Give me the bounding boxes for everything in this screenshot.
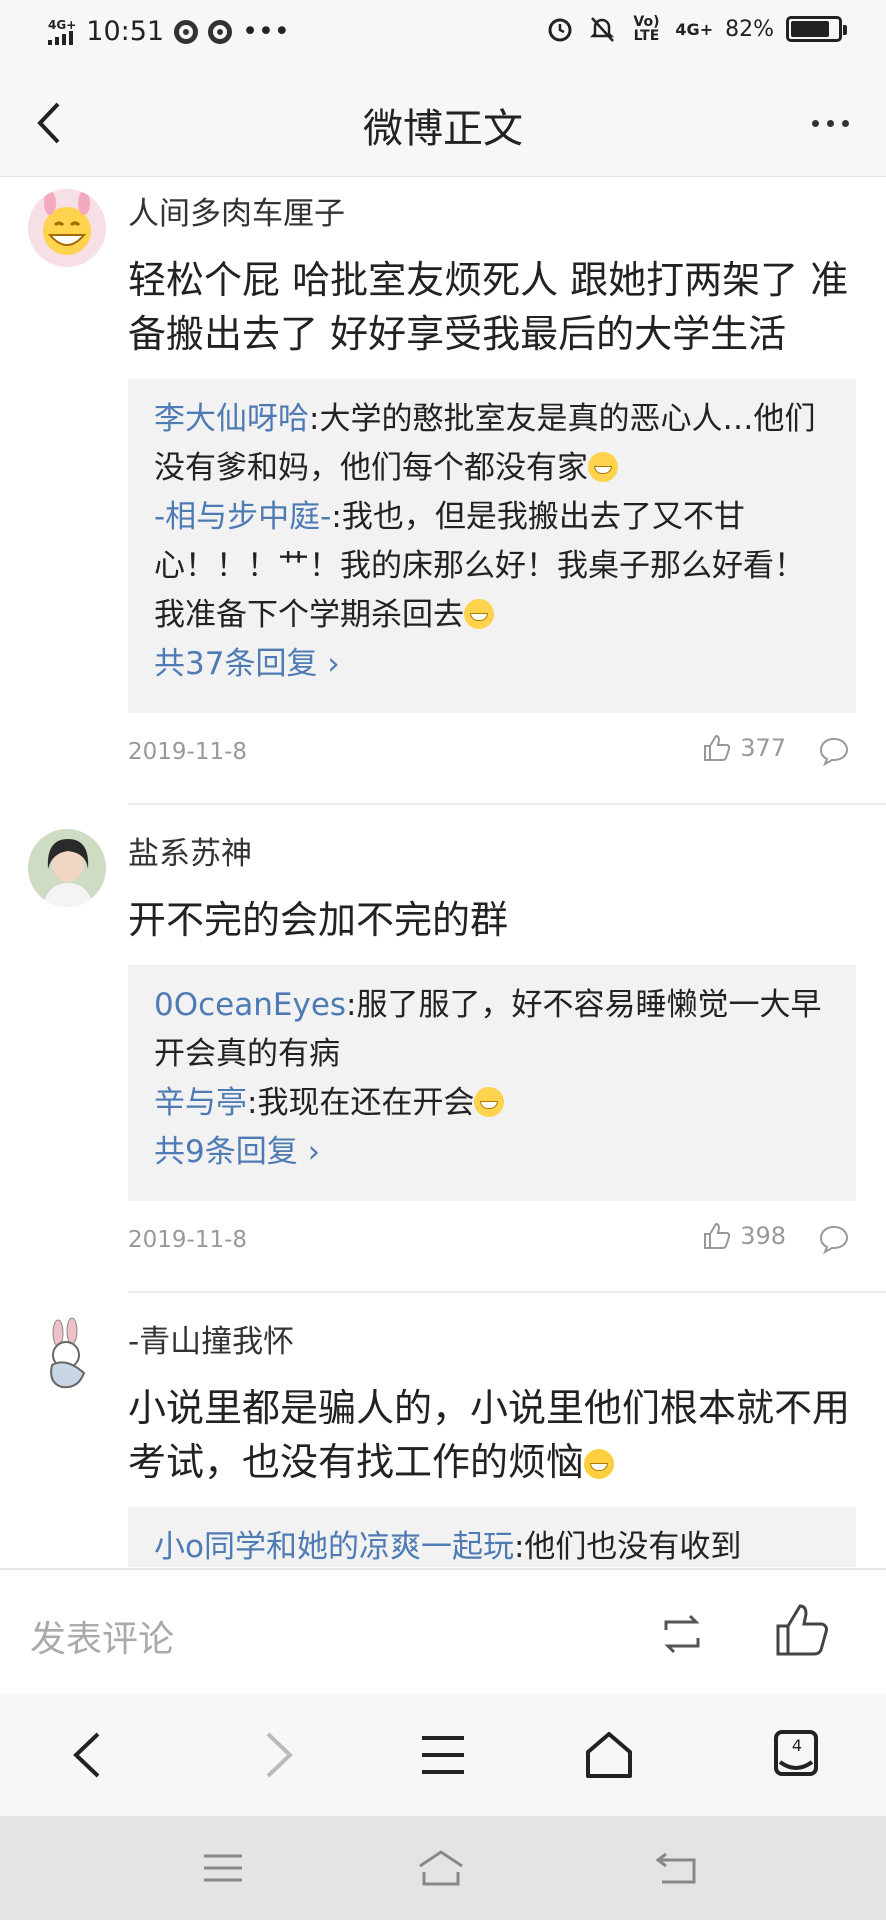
comment-footer: 2019-11-8 377 xyxy=(128,713,886,803)
reply-text: :我现在还在开会 xyxy=(247,1085,475,1121)
status-bar: 4G+ 10:51 ••• Vo) LTE 4G+ 82% xyxy=(0,0,886,68)
reply-box[interactable]: 李大仙呀哈:大学的憨批室友是真的恶心人…他们没有爹和妈，他们每个都没有家 -相与… xyxy=(128,379,856,713)
thumbs-up-icon xyxy=(704,1222,731,1249)
signal-icon: 4G+ xyxy=(48,19,76,45)
alarm-icon xyxy=(548,18,572,42)
reply-icon[interactable] xyxy=(818,735,850,767)
comment-item: -青山撞我怀 小说里都是骗人的，小说里他们根本就不用考试，也没有找工作的烦恼 小… xyxy=(28,1305,886,1567)
reply-text: :他们也没有收到 xyxy=(513,1529,742,1565)
thumbs-up-icon xyxy=(704,734,731,761)
battery-icon xyxy=(786,16,847,42)
reply-icon[interactable] xyxy=(818,1223,850,1255)
comment-author[interactable]: -青山撞我怀 xyxy=(128,1305,886,1365)
smile-emoji-icon xyxy=(474,1087,505,1117)
reply-box[interactable]: 小o同学和她的凉爽一起玩:他们也没有收到 xyxy=(128,1507,856,1567)
comment-text: 轻松个屁 哈批室友烦死人 跟她打两架了 准备搬出去了 好好享受我最后的大学生活 xyxy=(128,258,849,356)
comment-author[interactable]: 人间多肉车厘子 xyxy=(128,177,886,237)
back-icon[interactable] xyxy=(62,1728,116,1782)
reply-author[interactable]: 0OceanEyes xyxy=(154,987,346,1023)
reply-item: 辛与亭:我现在还在开会 xyxy=(154,1079,832,1128)
sad-emoji-icon xyxy=(584,1449,615,1479)
like-button[interactable]: 398 xyxy=(702,1221,786,1251)
chrome-icon xyxy=(174,19,199,44)
more-options-button[interactable] xyxy=(812,108,856,138)
tab-count: 4 xyxy=(791,1736,803,1755)
reply-item: 0OceanEyes:服了服了，好不容易睡懒觉一大早开会真的有病 xyxy=(154,981,832,1079)
home-icon[interactable] xyxy=(582,1728,636,1782)
reply-author[interactable]: 辛与亭 xyxy=(154,1085,247,1121)
avatar[interactable] xyxy=(28,829,106,907)
grin-emoji-icon xyxy=(588,452,618,482)
view-replies-link[interactable]: 共37条回复 › xyxy=(154,640,832,689)
forward-icon[interactable] xyxy=(250,1728,304,1782)
thumbs-up-icon[interactable] xyxy=(774,1602,830,1658)
comment-bar: 发表评论 xyxy=(0,1568,886,1696)
avatar[interactable] xyxy=(28,189,106,267)
reply-box[interactable]: 0OceanEyes:服了服了，好不容易睡懒觉一大早开会真的有病 辛与亭:我现在… xyxy=(128,965,856,1201)
like-count: 398 xyxy=(740,1222,786,1250)
menu-icon[interactable] xyxy=(416,1728,470,1782)
page-title: 微博正文 xyxy=(363,106,523,152)
network-type: 4G+ xyxy=(48,17,77,32)
comment-date: 2019-11-8 xyxy=(128,739,248,765)
reply-item: 李大仙呀哈:大学的憨批室友是真的恶心人…他们没有爹和妈，他们每个都没有家 xyxy=(154,395,832,493)
more-notifications: ••• xyxy=(242,16,290,47)
comment-item: 盐系苏神 开不完的会加不完的群 0OceanEyes:服了服了，好不容易睡懒觉一… xyxy=(28,817,886,1293)
comment-author[interactable]: 盐系苏神 xyxy=(128,817,886,877)
grin-emoji-icon xyxy=(464,599,494,629)
avatar[interactable] xyxy=(28,1317,106,1395)
comment-input[interactable]: 发表评论 xyxy=(30,1610,174,1662)
status-time: 10:51 xyxy=(86,16,165,47)
view-replies-link[interactable]: 共9条回复 › xyxy=(154,1128,832,1177)
reply-item: 小o同学和她的凉爽一起玩:他们也没有收到 xyxy=(154,1523,832,1567)
reply-author[interactable]: 李大仙呀哈 xyxy=(154,401,309,437)
tabs-button[interactable]: 4 xyxy=(770,1728,824,1782)
battery-percent: 82% xyxy=(725,16,774,42)
system-nav xyxy=(0,1816,886,1920)
comment-list[interactable]: 人间多肉车厘子 轻松个屁 哈批室友烦死人 跟她打两架了 准备搬出去了 好好享受我… xyxy=(0,177,886,1567)
comment-text-content: 小说里都是骗人的，小说里他们根本就不用考试，也没有找工作的烦恼 xyxy=(128,1386,851,1484)
chrome-icon-2 xyxy=(208,19,233,44)
comment-text: 小说里都是骗人的，小说里他们根本就不用考试，也没有找工作的烦恼 xyxy=(128,1381,886,1489)
reply-item: -相与步中庭-:我也，但是我搬出去了又不甘心！！！艹！我的床那么好！我桌子那么好… xyxy=(154,493,832,640)
volte-label: Vo) LTE xyxy=(633,14,660,44)
browser-nav: 4 xyxy=(0,1694,886,1816)
comment-item: 人间多肉车厘子 轻松个屁 哈批室友烦死人 跟她打两架了 准备搬出去了 好好享受我… xyxy=(28,177,886,805)
comment-text: 开不完的会加不完的群 xyxy=(128,898,509,942)
back-icon[interactable] xyxy=(650,1846,700,1890)
recent-apps-icon[interactable] xyxy=(198,1846,248,1890)
like-count: 377 xyxy=(740,734,786,762)
mute-icon xyxy=(590,17,615,42)
page-header: 微博正文 xyxy=(0,68,886,177)
like-button[interactable]: 377 xyxy=(702,733,786,763)
home-icon[interactable] xyxy=(416,1846,466,1890)
network-type-right: 4G+ xyxy=(675,19,714,39)
reply-author[interactable]: -相与步中庭- xyxy=(154,499,331,535)
comment-date: 2019-11-8 xyxy=(128,1227,248,1253)
comment-footer: 2019-11-8 398 xyxy=(128,1201,886,1291)
reply-author[interactable]: 小o同学和她的凉爽一起玩 xyxy=(154,1529,514,1565)
repost-icon[interactable] xyxy=(656,1610,708,1658)
